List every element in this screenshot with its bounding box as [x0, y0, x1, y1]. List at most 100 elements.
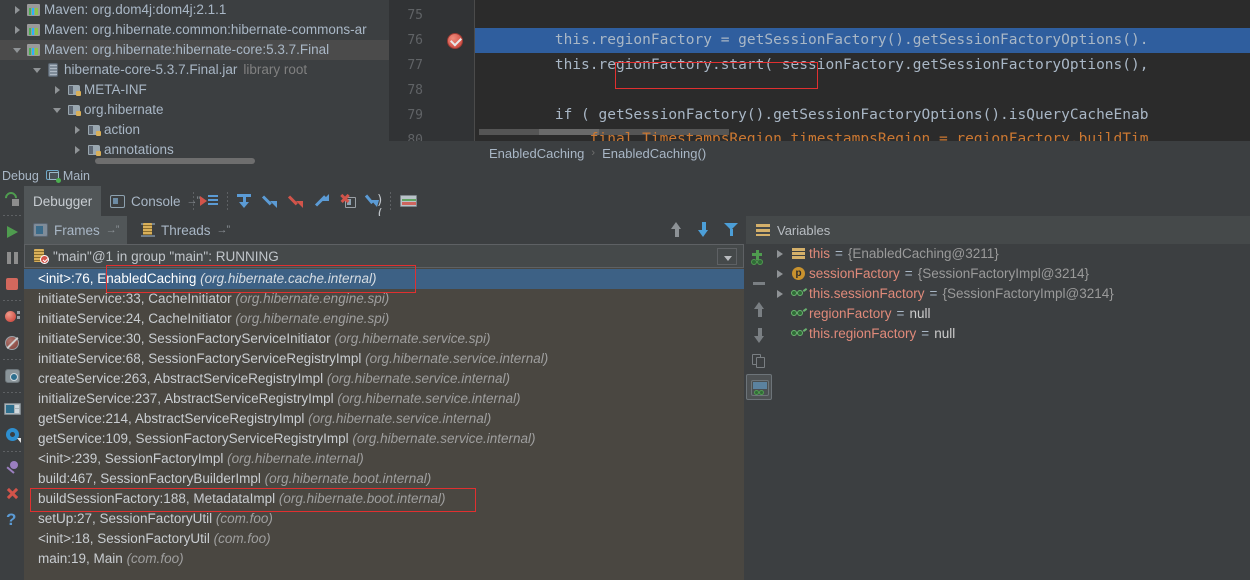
frame-row[interactable]: createService:263, AbstractServiceRegist…: [24, 369, 744, 389]
debugger-tabs-row[interactable]: Debugger Console →”: [24, 186, 1250, 222]
step-over-button[interactable]: [231, 186, 257, 216]
pin-tab-button[interactable]: [0, 455, 24, 481]
stop-button[interactable]: [0, 271, 24, 297]
editor-code-line[interactable]: this.regionFactory.start( sessionFactory…: [475, 53, 1250, 78]
chevron-right-icon[interactable]: [12, 20, 26, 40]
variables-list[interactable]: this = {EnabledCaching@3211} p sessionFactor…: [772, 244, 1250, 580]
chevron-right-icon[interactable]: [72, 120, 86, 140]
thread-selector[interactable]: "main"@1 in group "main": RUNNING: [24, 244, 744, 268]
project-tree-row[interactable]: org.hibernate: [0, 100, 389, 120]
frame-row[interactable]: initiateService:33, CacheInitiator (org.…: [24, 289, 744, 309]
force-step-into-button[interactable]: [283, 186, 309, 216]
frame-row[interactable]: initializeService:237, AbstractServiceRe…: [24, 389, 744, 409]
variable-row[interactable]: regionFactory = null: [772, 304, 1250, 324]
frame-row[interactable]: <init>:76, EnabledCaching (org.hibernate…: [24, 269, 744, 289]
project-tree-panel[interactable]: Maven: org.dom4j:dom4j:2.1.1 Maven: org.h…: [0, 0, 389, 165]
breadcrumb-method[interactable]: EnabledCaching(): [602, 146, 706, 161]
frame-row[interactable]: <init>:18, SessionFactoryUtil (com.foo): [24, 529, 744, 549]
frame-package: (org.hibernate.boot.internal): [278, 491, 446, 506]
frame-row[interactable]: build:467, SessionFactoryBuilderImpl (or…: [24, 469, 744, 489]
variables-toolbar[interactable]: [746, 244, 772, 580]
breadcrumb-class[interactable]: EnabledCaching: [489, 146, 584, 161]
watch-glasses-icon: [790, 304, 809, 324]
project-tree-horizontal-scrollbar[interactable]: [0, 157, 389, 165]
editor-code-line[interactable]: [475, 78, 1250, 103]
frames-list[interactable]: <init>:76, EnabledCaching (org.hibernate…: [24, 269, 744, 569]
run-configuration-name[interactable]: Main: [63, 169, 90, 183]
run-to-cursor-icon: )(: [364, 194, 384, 222]
frames-panel[interactable]: "main"@1 in group "main": RUNNING <init>…: [24, 244, 744, 580]
variable-row[interactable]: this = {EnabledCaching@3211}: [772, 244, 1250, 264]
frame-row[interactable]: buildSessionFactory:188, MetadataImpl (o…: [24, 489, 744, 509]
mute-breakpoints-button[interactable]: [0, 330, 24, 356]
frame-row[interactable]: initiateService:24, CacheInitiator (org.…: [24, 309, 744, 329]
chevron-right-icon[interactable]: [772, 284, 790, 304]
variable-row[interactable]: this.sessionFactory = {SessionFactoryImpl@…: [772, 284, 1250, 304]
frame-row[interactable]: main:19, Main (com.foo): [24, 549, 744, 569]
chevron-right-icon[interactable]: [772, 264, 790, 284]
editor-code-line[interactable]: [475, 3, 1250, 28]
breakpoint-icon[interactable]: [447, 33, 463, 49]
project-tree-row[interactable]: hibernate-core-5.3.7.Final.jar library ro…: [0, 60, 389, 80]
debug-left-toolbar[interactable]: ?: [0, 186, 24, 580]
move-watch-up-button[interactable]: [746, 296, 772, 322]
frame-row[interactable]: initiateService:68, SessionFactoryServic…: [24, 349, 744, 369]
chevron-down-icon[interactable]: [32, 60, 46, 80]
project-tree-row[interactable]: Maven: org.dom4j:dom4j:2.1.1: [0, 0, 389, 20]
evaluate-expression-button[interactable]: [395, 186, 421, 216]
settings-button[interactable]: [0, 422, 24, 448]
copy-icon: [752, 354, 766, 369]
frames-filter-button[interactable]: [717, 216, 744, 244]
frame-row[interactable]: setUp:27, SessionFactoryUtil (com.foo): [24, 509, 744, 529]
editor-gutter[interactable]: 75 76 77 78 79 80: [389, 0, 475, 141]
show-execution-point-button[interactable]: [196, 186, 222, 216]
pause-program-button[interactable]: [0, 245, 24, 271]
copy-value-button[interactable]: [746, 348, 772, 374]
tab-frames-pin-marker[interactable]: →”: [106, 224, 120, 236]
frame-row[interactable]: getService:109, SessionFactoryServiceReg…: [24, 429, 744, 449]
chevron-right-icon[interactable]: [772, 244, 790, 264]
run-to-cursor-button[interactable]: )(: [361, 186, 387, 222]
frame-row[interactable]: getService:214, AbstractServiceRegistryI…: [24, 409, 744, 429]
remove-watch-button[interactable]: [746, 270, 772, 296]
chevron-right-icon[interactable]: [52, 80, 66, 100]
editor-code-line[interactable]: this.regionFactory = getSessionFactory()…: [475, 28, 1250, 53]
tab-threads-pin-marker[interactable]: →”: [217, 224, 231, 236]
help-button[interactable]: ?: [0, 507, 24, 533]
close-button[interactable]: [0, 481, 24, 507]
resume-program-button[interactable]: [0, 219, 24, 245]
frame-row[interactable]: initiateService:30, SessionFactoryServic…: [24, 329, 744, 349]
move-watch-down-button[interactable]: [746, 322, 772, 348]
show-watches-in-variables-button[interactable]: [746, 374, 772, 400]
frames-down-button[interactable]: [690, 216, 717, 244]
restore-layout-button[interactable]: [0, 396, 24, 422]
variable-row[interactable]: p sessionFactory = {SessionFactoryImpl@3214…: [772, 264, 1250, 284]
chevron-down-icon[interactable]: [717, 248, 737, 265]
project-tree-row[interactable]: META-INF: [0, 80, 389, 100]
breadcrumb[interactable]: EnabledCaching › EnabledCaching(): [389, 141, 1250, 165]
rerun-button[interactable]: [0, 186, 24, 212]
chevron-down-icon[interactable]: [12, 40, 26, 60]
view-breakpoints-button[interactable]: [0, 304, 24, 330]
step-out-button[interactable]: [309, 186, 335, 216]
tab-debugger[interactable]: Debugger: [24, 186, 102, 216]
frame-row[interactable]: <init>:239, SessionFactoryImpl (org.hibe…: [24, 449, 744, 469]
get-thread-dump-button[interactable]: [0, 363, 24, 389]
tab-frames[interactable]: Frames →”: [24, 216, 128, 244]
drop-frame-button[interactable]: [335, 186, 361, 216]
chevron-right-icon[interactable]: [12, 0, 26, 20]
project-tree-row[interactable]: Maven: org.hibernate:hibernate-core:5.3.…: [0, 40, 389, 60]
frames-toolbar[interactable]: [663, 216, 744, 244]
chevron-down-icon[interactable]: [52, 100, 66, 120]
editor-code-line[interactable]: if ( getSessionFactory().getSessionFacto…: [475, 103, 1250, 128]
frames-up-button[interactable]: [663, 216, 690, 244]
project-tree-row[interactable]: Maven: org.hibernate.common:hibernate-co…: [0, 20, 389, 40]
tab-threads[interactable]: Threads →”: [132, 216, 238, 244]
scrollbar-thumb[interactable]: [95, 158, 255, 164]
project-tree-row[interactable]: action: [0, 120, 389, 140]
frames-threads-tabs[interactable]: Frames →” Threads →”: [24, 216, 744, 244]
step-into-button[interactable]: [257, 186, 283, 216]
variable-row[interactable]: this.regionFactory = null: [772, 324, 1250, 344]
new-watch-button[interactable]: [746, 244, 772, 270]
